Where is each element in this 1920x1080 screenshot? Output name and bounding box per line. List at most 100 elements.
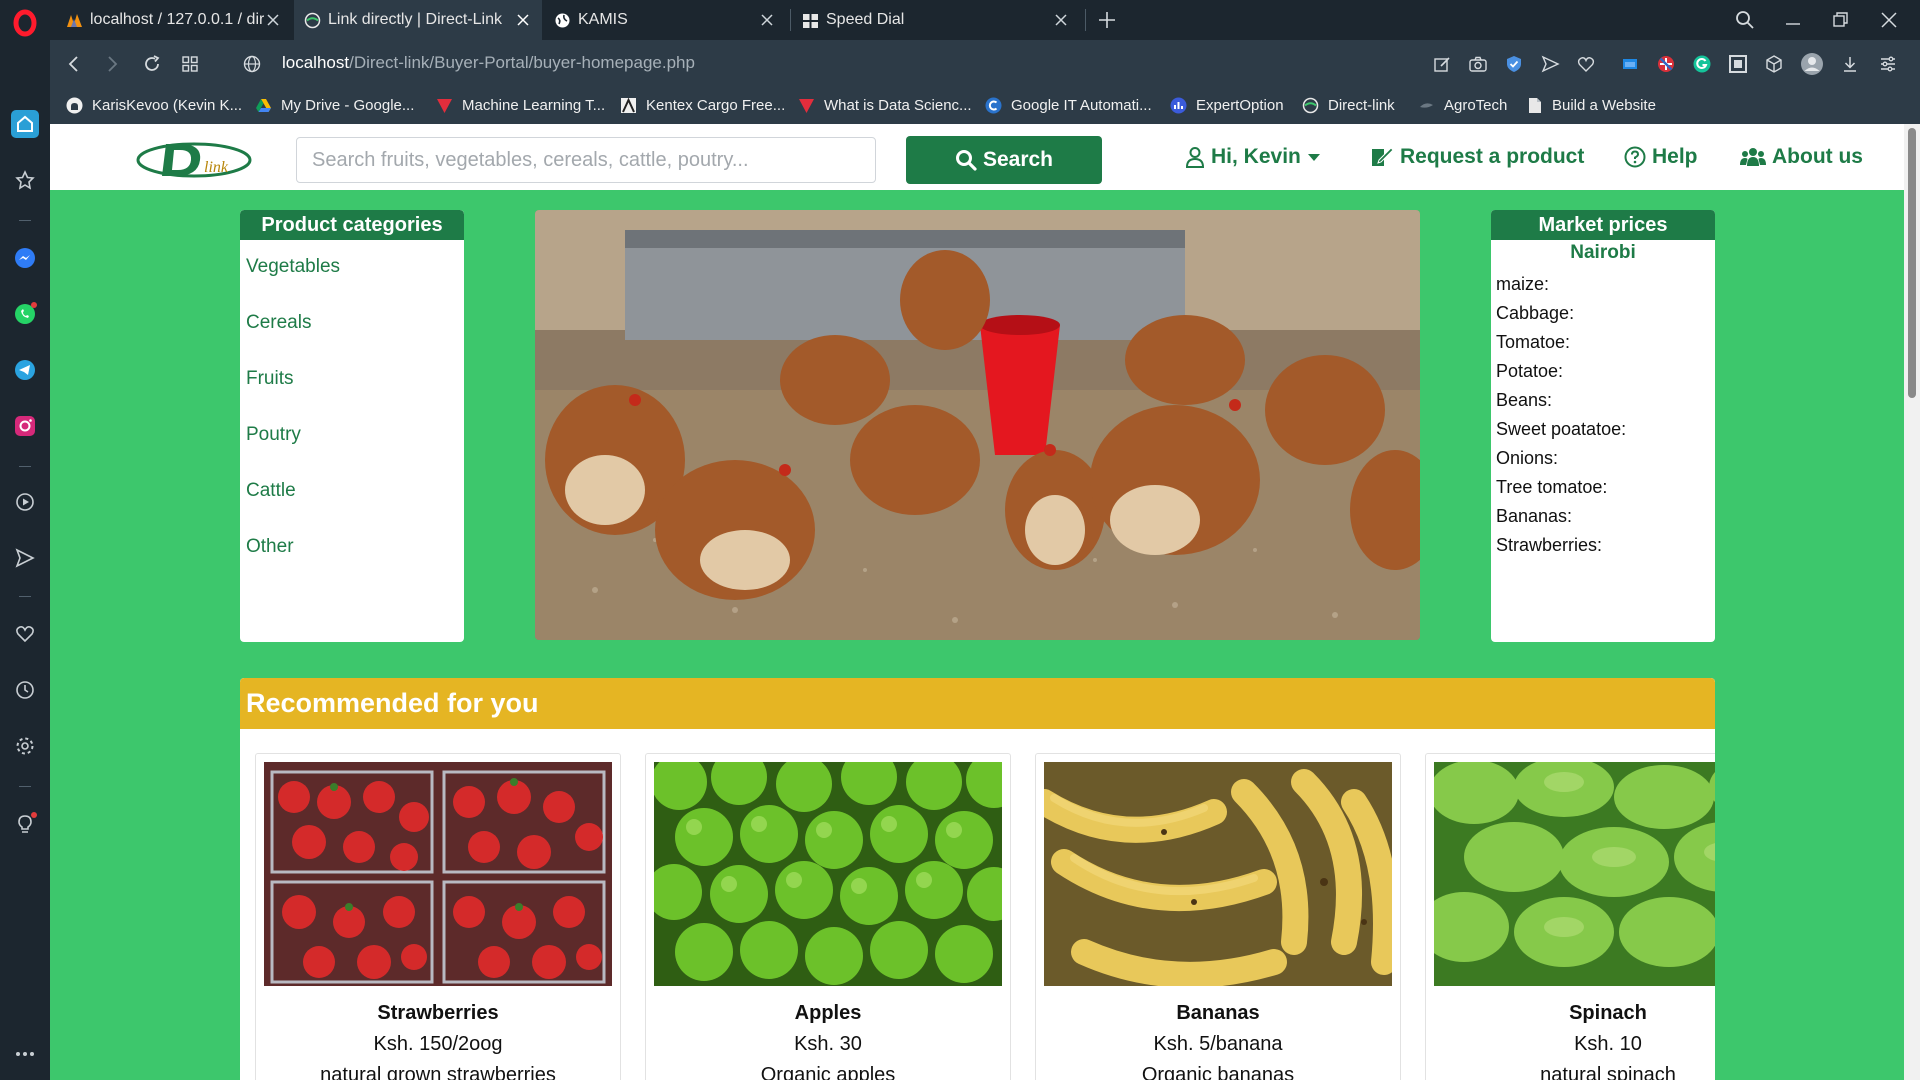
search-input[interactable] xyxy=(296,137,876,183)
close-window-icon[interactable] xyxy=(1876,7,1902,33)
snapshot-edit-icon[interactable] xyxy=(1430,52,1454,76)
tab-search-icon[interactable] xyxy=(1732,7,1758,33)
product-price: Ksh. 10 xyxy=(1574,1033,1642,1055)
globe-icon xyxy=(1302,97,1319,113)
home-icon[interactable] xyxy=(11,110,39,138)
bookmark-item[interactable]: Kentex Cargo Free... xyxy=(620,94,785,116)
product-card-bananas[interactable]: Bananas Ksh. 5/banana Organic bananas xyxy=(1035,753,1401,1080)
user-menu-dropdown[interactable]: Hi, Kevin xyxy=(1185,142,1321,172)
price-item: Sweet poatatoe: xyxy=(1496,419,1627,439)
category-link-cereals[interactable]: Cereals xyxy=(246,312,311,334)
adblock-shield-icon[interactable] xyxy=(1502,52,1526,76)
extension-frame-icon[interactable] xyxy=(1726,52,1750,76)
opera-logo-icon[interactable] xyxy=(11,9,39,37)
price-item: Onions: xyxy=(1496,448,1559,468)
svg-text:link: link xyxy=(204,159,229,176)
heart-icon[interactable] xyxy=(11,620,39,648)
extension-blocker-icon[interactable] xyxy=(1654,52,1678,76)
download-icon[interactable] xyxy=(1838,52,1862,76)
product-card-spinach[interactable]: Spinach Ksh. 10 natural spinach xyxy=(1425,753,1715,1080)
bookmark-item[interactable]: My Drive - Google... xyxy=(255,94,414,116)
whatsapp-icon[interactable] xyxy=(11,300,39,328)
category-link-cattle[interactable]: Cattle xyxy=(246,480,296,502)
about-us-link[interactable]: About us xyxy=(1740,142,1863,172)
search-button[interactable]: Search xyxy=(906,136,1102,184)
product-description: natural grown strawberries xyxy=(320,1064,556,1080)
user-icon xyxy=(1185,147,1205,168)
product-image-spinach xyxy=(1434,762,1715,986)
bookmark-item[interactable]: ExpertOption xyxy=(1170,94,1284,116)
more-options-icon[interactable] xyxy=(11,1040,39,1068)
instagram-icon[interactable] xyxy=(11,412,39,440)
bookmark-item[interactable]: KarisKevoo (Kevin K... xyxy=(66,94,242,116)
site-info-globe-icon[interactable] xyxy=(240,52,264,76)
bookmark-item[interactable]: Google IT Automati... xyxy=(985,94,1152,116)
reload-icon[interactable] xyxy=(140,52,164,76)
close-tab-icon[interactable] xyxy=(758,11,776,29)
url-field[interactable]: localhost/Direct-link/Buyer-Portal/buyer… xyxy=(282,53,695,73)
tab-kamis[interactable]: KAMIS xyxy=(544,0,786,40)
lightbulb-icon[interactable] xyxy=(11,810,39,838)
send-icon[interactable] xyxy=(1538,52,1562,76)
close-tab-icon[interactable] xyxy=(264,11,282,29)
direct-link-logo[interactable]: link xyxy=(136,136,254,182)
telegram-icon[interactable] xyxy=(11,356,39,384)
page-scrollbar[interactable] xyxy=(1904,124,1920,1080)
grammarly-icon[interactable] xyxy=(1690,52,1714,76)
messenger-icon[interactable] xyxy=(11,244,39,272)
close-tab-icon[interactable] xyxy=(514,11,532,29)
bookmark-label: Build a Website xyxy=(1552,96,1656,114)
history-icon[interactable] xyxy=(11,676,39,704)
player-icon[interactable] xyxy=(11,488,39,516)
bookmark-red-icon xyxy=(799,98,814,113)
close-tab-icon[interactable] xyxy=(1052,11,1070,29)
product-price: Ksh. 30 xyxy=(794,1033,862,1055)
minimize-icon[interactable] xyxy=(1780,7,1806,33)
product-categories-panel: Product categories Vegetables Cereals Fr… xyxy=(240,210,464,642)
tab-direct-link[interactable]: Link directly | Direct-Link xyxy=(294,0,542,40)
category-link-poultry[interactable]: Poutry xyxy=(246,424,301,446)
tab-speed-dial[interactable]: Speed Dial xyxy=(792,0,1080,40)
help-link[interactable]: Help xyxy=(1624,142,1698,172)
forward-icon[interactable] xyxy=(100,52,124,76)
product-description: natural spinach xyxy=(1540,1064,1676,1080)
send-icon[interactable] xyxy=(11,544,39,572)
hero-chickens-image xyxy=(535,210,1420,640)
scrollbar-thumb[interactable] xyxy=(1908,128,1916,398)
product-description: Organic bananas xyxy=(1141,1064,1295,1080)
page-viewport: link Search Hi, Kevin Request a product … xyxy=(50,124,1904,1080)
tab-separator xyxy=(1085,9,1086,31)
bookmark-item[interactable]: What is Data Scienc... xyxy=(798,94,972,116)
tab-title: localhost / 127.0.0.1 / direc xyxy=(90,11,264,28)
bookmark-item[interactable]: AgroTech xyxy=(1418,94,1507,116)
profile-avatar-icon[interactable] xyxy=(1800,52,1824,76)
search-button-label: Search xyxy=(982,148,1054,171)
category-link-other[interactable]: Other xyxy=(246,536,294,558)
product-card-strawberries[interactable]: Strawberries Ksh. 150/2oog natural grown… xyxy=(255,753,621,1080)
back-icon[interactable] xyxy=(62,52,86,76)
bookmark-item[interactable]: Direct-link xyxy=(1302,94,1395,116)
star-icon[interactable] xyxy=(11,166,39,194)
extension-window-icon[interactable] xyxy=(1618,52,1642,76)
speed-dial-icon xyxy=(803,13,818,28)
restore-icon[interactable] xyxy=(1828,7,1854,33)
request-product-link[interactable]: Request a product xyxy=(1370,142,1584,172)
category-link-fruits[interactable]: Fruits xyxy=(246,368,294,390)
product-image-strawberries xyxy=(264,762,612,986)
new-tab-plus-icon[interactable] xyxy=(1095,8,1119,32)
tab-phpmyadmin[interactable]: localhost / 127.0.0.1 / direc xyxy=(56,0,292,40)
settings-gear-icon[interactable] xyxy=(11,732,39,760)
help-circle-icon xyxy=(1624,146,1646,168)
tab-grid-icon[interactable] xyxy=(178,52,202,76)
camera-icon[interactable] xyxy=(1466,52,1490,76)
heart-icon[interactable] xyxy=(1574,52,1598,76)
bookmark-item[interactable]: Machine Learning T... xyxy=(436,94,605,116)
site-header: link Search Hi, Kevin Request a product … xyxy=(50,124,1904,190)
easy-setup-icon[interactable] xyxy=(1876,52,1900,76)
extensions-cube-icon[interactable] xyxy=(1762,52,1786,76)
product-price: Ksh. 5/banana xyxy=(1153,1033,1283,1055)
price-item: Strawberries: xyxy=(1496,535,1603,555)
bookmark-item[interactable]: Build a Website xyxy=(1526,94,1656,116)
product-card-apples[interactable]: Apples Ksh. 30 Organic apples xyxy=(645,753,1011,1080)
category-link-vegetables[interactable]: Vegetables xyxy=(246,256,340,278)
